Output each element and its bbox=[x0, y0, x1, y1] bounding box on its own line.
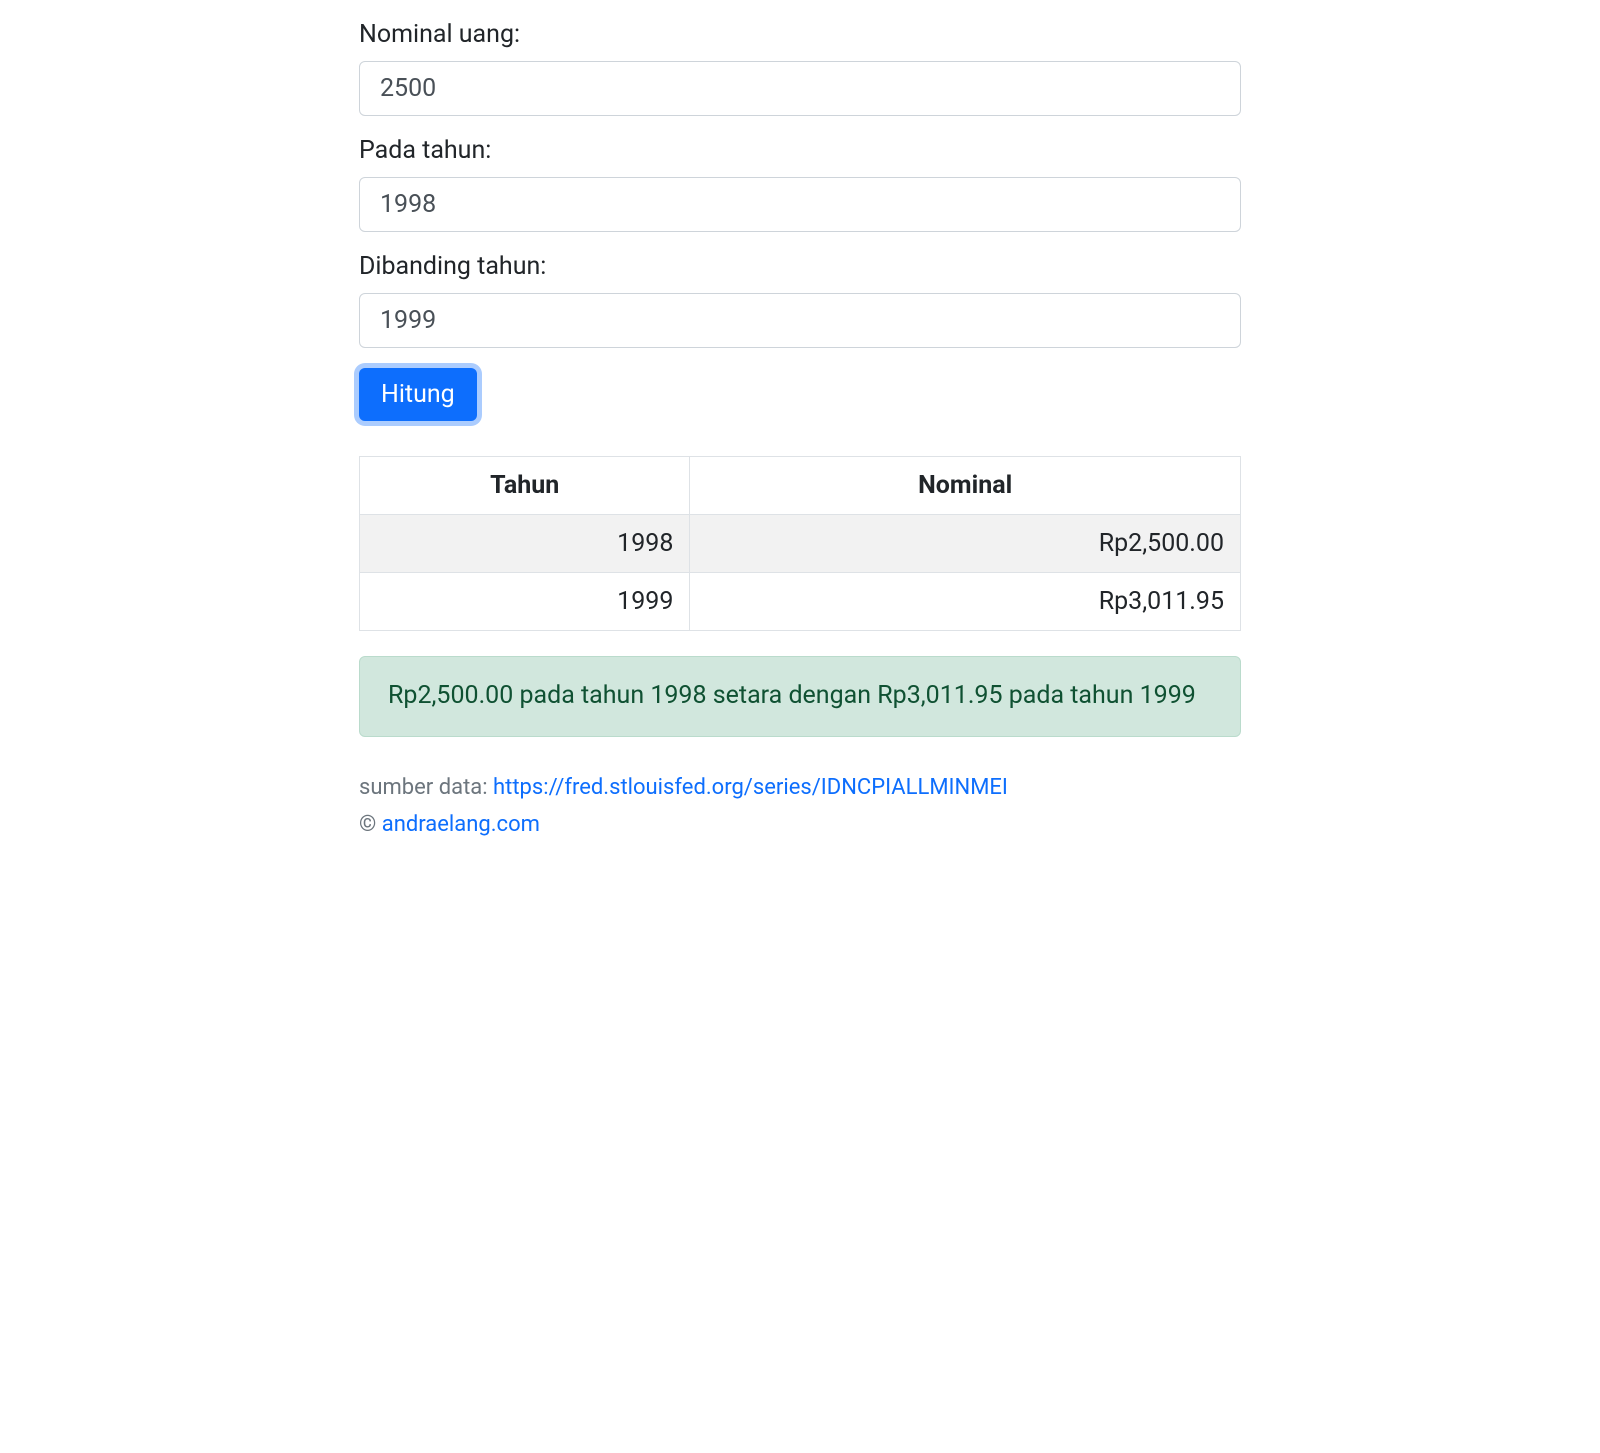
table-header-nominal: Nominal bbox=[690, 457, 1241, 515]
year-from-label: Pada tahun: bbox=[359, 136, 1241, 165]
result-alert: Rp2,500.00 pada tahun 1998 setara dengan… bbox=[359, 656, 1241, 737]
source-line: sumber data: https://fred.stlouisfed.org… bbox=[359, 775, 1241, 800]
copyright-line: © andraelang.com bbox=[359, 812, 1241, 837]
table-row: 1998 Rp2,500.00 bbox=[360, 515, 1241, 573]
result-table: Tahun Nominal 1998 Rp2,500.00 1999 Rp3,0… bbox=[359, 456, 1241, 631]
nominal-label: Nominal uang: bbox=[359, 20, 1241, 49]
copyright-link[interactable]: andraelang.com bbox=[382, 812, 540, 837]
cell-nominal: Rp3,011.95 bbox=[690, 573, 1241, 631]
hitung-button[interactable]: Hitung bbox=[359, 368, 477, 421]
cell-nominal: Rp2,500.00 bbox=[690, 515, 1241, 573]
source-prefix: sumber data: bbox=[359, 775, 493, 800]
year-from-input[interactable] bbox=[359, 177, 1241, 232]
year-to-label: Dibanding tahun: bbox=[359, 252, 1241, 281]
source-link[interactable]: https://fred.stlouisfed.org/series/IDNCP… bbox=[493, 775, 1008, 800]
cell-tahun: 1999 bbox=[360, 573, 690, 631]
copyright-prefix: © bbox=[359, 812, 382, 837]
year-to-input[interactable] bbox=[359, 293, 1241, 348]
table-row: 1999 Rp3,011.95 bbox=[360, 573, 1241, 631]
cell-tahun: 1998 bbox=[360, 515, 690, 573]
table-header-tahun: Tahun bbox=[360, 457, 690, 515]
nominal-input[interactable] bbox=[359, 61, 1241, 116]
